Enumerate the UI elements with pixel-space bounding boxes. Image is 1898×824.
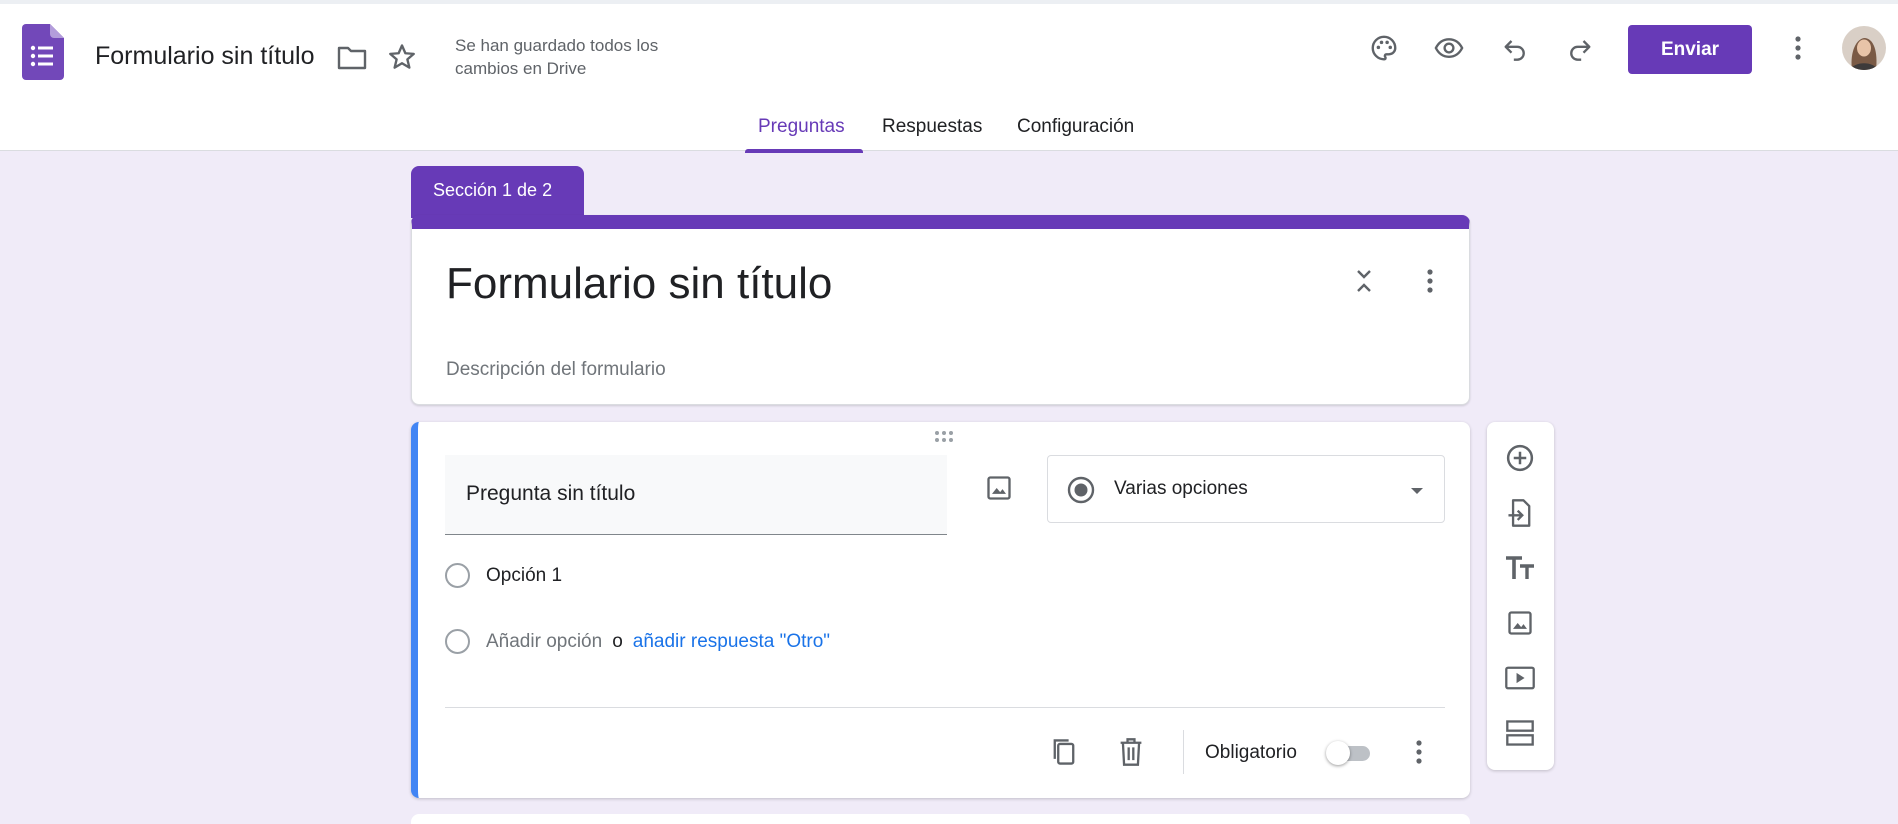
add-section-icon[interactable] xyxy=(1502,715,1538,751)
send-button[interactable]: Enviar xyxy=(1628,25,1752,74)
option-label[interactable]: Opción 1 xyxy=(486,565,562,587)
question-more-icon[interactable] xyxy=(1401,734,1437,770)
add-option-link[interactable]: Añadir opción xyxy=(486,631,602,653)
form-title[interactable]: Formulario sin título xyxy=(446,259,832,309)
top-app-bar: Formulario sin título Se han guardado to… xyxy=(0,0,1898,154)
folder-icon[interactable] xyxy=(334,40,370,76)
question-type-dropdown[interactable]: Varias opciones xyxy=(1047,455,1445,523)
section-more-icon[interactable] xyxy=(1412,263,1448,299)
save-status-text: Se han guardado todos los cambios en Dri… xyxy=(455,36,659,78)
dropdown-arrow-icon xyxy=(1410,487,1424,495)
tab-questions[interactable]: Preguntas xyxy=(758,116,845,138)
active-tab-indicator xyxy=(745,149,863,153)
question-type-label: Varias opciones xyxy=(1114,478,1248,499)
add-option-row: Añadir opción o añadir respuesta "Otro" xyxy=(445,629,830,654)
redo-icon[interactable] xyxy=(1562,30,1598,66)
add-image-icon[interactable] xyxy=(1502,605,1538,641)
radio-type-icon xyxy=(1066,475,1096,505)
option-row: Opción 1 xyxy=(445,563,562,588)
question-footer-divider xyxy=(445,707,1445,708)
radio-circle-icon xyxy=(445,629,470,654)
question-card[interactable]: Pregunta sin título Varias opciones Opci… xyxy=(411,422,1470,798)
duplicate-icon[interactable] xyxy=(1046,734,1082,770)
palette-icon[interactable] xyxy=(1366,30,1402,66)
more-vert-icon[interactable] xyxy=(1780,30,1816,66)
or-text: o xyxy=(612,630,623,652)
add-video-icon[interactable] xyxy=(1502,660,1538,696)
avatar[interactable] xyxy=(1842,26,1886,70)
add-question-icon[interactable] xyxy=(1502,440,1538,476)
footer-separator xyxy=(1183,730,1184,774)
next-section-card[interactable] xyxy=(411,814,1470,824)
forms-logo-icon[interactable] xyxy=(22,24,64,80)
toggle-knob xyxy=(1326,741,1350,765)
add-image-to-question-icon[interactable] xyxy=(981,470,1017,506)
add-other-link[interactable]: añadir respuesta "Otro" xyxy=(633,631,830,653)
star-icon[interactable] xyxy=(384,39,420,75)
preview-icon[interactable] xyxy=(1431,30,1467,66)
required-label: Obligatorio xyxy=(1205,742,1297,763)
add-title-icon[interactable] xyxy=(1502,550,1538,586)
radio-circle-icon xyxy=(445,563,470,588)
tab-bar: Preguntas Respuestas Configuración xyxy=(0,104,1898,154)
delete-icon[interactable] xyxy=(1113,734,1149,770)
form-title-card[interactable]: Formulario sin título Descripción del fo… xyxy=(411,215,1470,405)
form-description-field[interactable]: Descripción del formulario xyxy=(446,359,666,381)
question-title-input[interactable]: Pregunta sin título xyxy=(445,455,947,535)
tab-responses[interactable]: Respuestas xyxy=(882,116,982,138)
tab-settings[interactable]: Configuración xyxy=(1017,116,1134,138)
required-toggle[interactable] xyxy=(1326,741,1370,765)
drag-handle-icon[interactable] xyxy=(934,430,958,444)
document-title[interactable]: Formulario sin título xyxy=(95,42,315,71)
floating-toolbar xyxy=(1487,422,1554,770)
import-questions-icon[interactable] xyxy=(1502,495,1538,531)
collapse-section-icon[interactable] xyxy=(1346,263,1382,299)
undo-icon[interactable] xyxy=(1497,30,1533,66)
section-label: Sección 1 de 2 xyxy=(411,166,584,218)
